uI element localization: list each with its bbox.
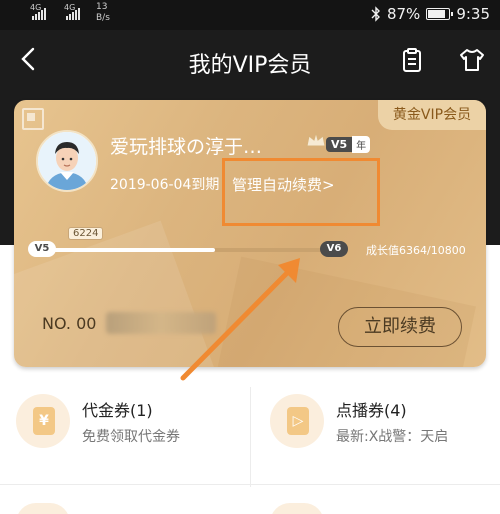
- avatar[interactable]: [36, 130, 98, 192]
- status-right: 87% 9:35: [371, 5, 490, 23]
- qr-code-icon[interactable]: [22, 108, 44, 130]
- coupon-subtitle: 最新:X战警：天启: [336, 429, 449, 445]
- growth-progress-fill: [42, 248, 215, 252]
- tier-tag: 黄金VIP会员: [378, 100, 486, 130]
- battery-icon: [426, 8, 454, 20]
- coupon-subtitle: 免费领取代金券: [82, 429, 180, 445]
- growth-progress-bar: [42, 248, 342, 252]
- network-speed: 13 B/s: [96, 2, 116, 24]
- tshirt-icon: [460, 49, 484, 71]
- records-button[interactable]: [398, 46, 426, 74]
- clipboard-icon: [403, 48, 421, 72]
- battery-percent: 87%: [386, 5, 421, 23]
- bluetooth-icon: [371, 6, 380, 22]
- growth-value: 成长值6364/10800: [366, 244, 466, 257]
- skin-button[interactable]: [458, 46, 486, 74]
- coupon-title: 代金券(1): [82, 401, 153, 420]
- level-badge-value: V5: [326, 137, 353, 152]
- next-row-icon-partial: [16, 503, 70, 514]
- play-ticket-icon: ▷: [270, 394, 324, 448]
- annotation-highlight-box: [222, 158, 380, 226]
- coupon-voucher[interactable]: ¥ 代金券(1) 免费领取代金券: [16, 394, 236, 454]
- expire-date: 2019-06-04到期: [110, 177, 220, 193]
- coupon-title: 点播券(4): [336, 401, 407, 420]
- growth-marker: 6224: [68, 227, 104, 240]
- clock: 9:35: [456, 5, 490, 23]
- coupon-divider: [250, 387, 251, 487]
- network-speed-unit: B/s: [96, 13, 110, 23]
- current-level-pill: V5: [28, 241, 56, 257]
- section-divider: [0, 484, 500, 485]
- status-bar: 4G 4G 13 B/s 87% 9:35: [0, 0, 500, 30]
- yen-ticket-icon: ¥: [16, 394, 70, 448]
- top-nav: 我的VIP会员: [0, 30, 500, 90]
- username: 爱玩排球の淳于…: [110, 136, 263, 158]
- vip-card: 黄金VIP会员 爱玩排球の淳于… V5 年 2019-06-04到期 管理自动续…: [14, 100, 486, 367]
- signal-bars-1-icon: [32, 6, 46, 20]
- coupon-on-demand[interactable]: ▷ 点播券(4) 最新:X战警：天启: [270, 394, 490, 454]
- card-number-redacted: [106, 312, 216, 334]
- network-speed-value: 13: [96, 2, 108, 12]
- coupon-section: ¥ 代金券(1) 免费领取代金券 ▷ 点播券(4) 最新:X战警：天启: [0, 367, 500, 514]
- next-row-icon-partial: [270, 503, 324, 514]
- signal-bars-2-icon: [66, 6, 80, 20]
- card-number-label: NO. 00: [42, 314, 97, 333]
- renew-now-button[interactable]: 立即续费: [338, 307, 462, 347]
- level-badge: V5 年: [326, 136, 371, 153]
- avatar-illustration-icon: [38, 132, 96, 190]
- level-badge-suffix: 年: [352, 136, 371, 153]
- crown-icon: [306, 131, 326, 147]
- next-level-pill: V6: [320, 241, 348, 257]
